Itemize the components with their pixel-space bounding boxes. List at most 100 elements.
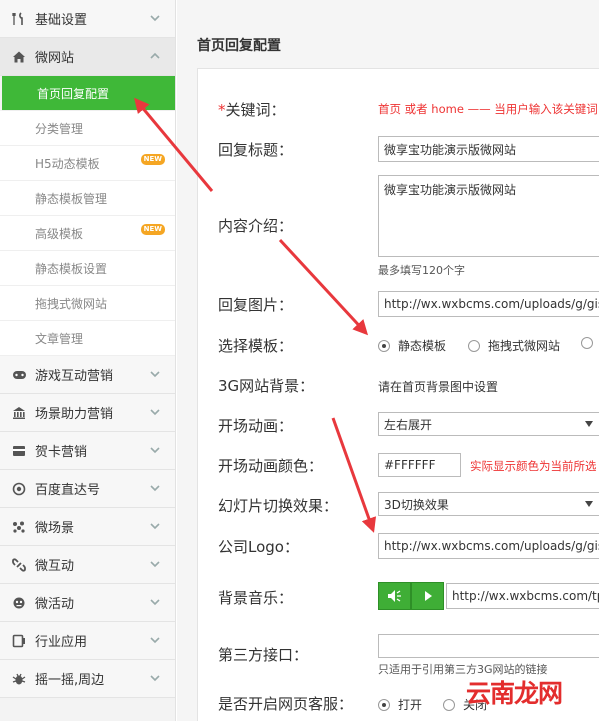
chevron-up-icon [149, 50, 161, 62]
radio-unchecked-icon [468, 339, 480, 352]
chevron-down-icon [149, 634, 161, 646]
sidebar-item-label: 静态模板管理 [35, 191, 108, 206]
chevron-down-icon [149, 672, 161, 684]
cluster-icon [10, 518, 28, 536]
opening-anim-select[interactable]: 左右展开 [378, 412, 599, 436]
sidebar-group-label: 基础设置 [35, 13, 88, 28]
bank-icon [10, 404, 28, 422]
select-value: 3D切换效果 [384, 497, 449, 512]
sidebar-item-label: 拖拽式微网站 [35, 296, 108, 311]
volume-button[interactable] [378, 582, 411, 610]
reply-image-input[interactable]: http://wx.wxbcms.com/uploads/g/gisw [378, 291, 599, 317]
main-content: 首页回复配置 *关键词： 首页 或者 home —— 当用户输入该关键词 回复标… [177, 0, 599, 721]
radio-checked-icon [378, 339, 390, 352]
customer-service-radio-on[interactable]: 打开 [378, 696, 422, 713]
bg-music-input[interactable]: http://wx.wxbcms.com/tpl [446, 583, 599, 609]
sidebar-item-h5-template[interactable]: H5动态模板 NEW [0, 146, 175, 181]
chevron-down-icon [149, 406, 161, 418]
radio-unchecked-icon [581, 337, 593, 349]
keyword-hint: 首页 或者 home —— 当用户输入该关键词 [378, 102, 598, 116]
keyword-label-text: 关键词： [225, 101, 286, 119]
sidebar-group-scene-boost[interactable]: 场景助力营销 [0, 394, 175, 432]
opening-color-label: 开场动画颜色： [218, 457, 324, 475]
volume-icon [387, 590, 401, 602]
chevron-down-icon [149, 482, 161, 494]
sidebar-item-category[interactable]: 分类管理 [0, 111, 175, 146]
template-radio-drag[interactable]: 拖拽式微网站 [468, 337, 560, 354]
customer-service-label: 是否开启网页客服： [218, 695, 354, 713]
radio-label: 静态模板 [398, 339, 447, 353]
mascot-icon [10, 594, 28, 612]
content-intro-hint: 最多填写120个字 [378, 264, 465, 277]
sidebar-group-label: 微场景 [35, 521, 75, 536]
sidebar-group-label: 游戏互动营销 [35, 369, 114, 384]
sidebar-group-greeting-card[interactable]: 贺卡营销 [0, 432, 175, 470]
sidebar-group-basic-settings[interactable]: 基础设置 [0, 0, 175, 38]
bg-3g-text: 请在首页背景图中设置 [378, 380, 499, 394]
chevron-down-icon [149, 444, 161, 456]
link-icon [10, 556, 28, 574]
sidebar-item-articles[interactable]: 文章管理 [0, 321, 175, 356]
chevron-down-icon [149, 596, 161, 608]
sidebar-group-label: 微活动 [35, 597, 75, 612]
radio-label: 拖拽式微网站 [488, 339, 561, 353]
sidebar-group-micro-activity[interactable]: 微活动 [0, 584, 175, 622]
opening-anim-label: 开场动画： [218, 417, 294, 435]
sidebar-group-label: 百度直达号 [35, 483, 101, 498]
new-badge: NEW [140, 154, 165, 165]
template-radio-static[interactable]: 静态模板 [378, 337, 446, 354]
sidebar-group-label: 场景助力营销 [35, 407, 114, 422]
sidebar-group-micro-interact[interactable]: 微互动 [0, 546, 175, 584]
sidebar: 基础设置 微网站 首页回复配置 分类管理 H5动态模板 NEW 静态模板管理 高级… [0, 0, 176, 721]
dropdown-arrow-icon [585, 421, 593, 427]
keyword-label: *关键词： [218, 99, 286, 120]
third-party-input[interactable] [378, 634, 599, 658]
content-intro-label: 内容介绍： [218, 217, 294, 235]
sidebar-group-baidu-direct[interactable]: 百度直达号 [0, 470, 175, 508]
bg-music-label: 背景音乐： [218, 589, 294, 607]
template-radio-more[interactable] [581, 337, 599, 349]
sidebar-item-static-template-manage[interactable]: 静态模板管理 [0, 181, 175, 216]
sidebar-item-home-reply-config[interactable]: 首页回复配置 [2, 76, 175, 111]
sidebar-group-game-marketing[interactable]: 游戏互动营销 [0, 356, 175, 394]
bug-icon [10, 670, 28, 688]
chevron-down-icon [149, 12, 161, 24]
tools-icon [10, 10, 28, 28]
radio-checked-icon [378, 698, 390, 711]
chevron-down-icon [149, 558, 161, 570]
sidebar-group-micro-scene[interactable]: 微场景 [0, 508, 175, 546]
watermark: 云南龙网 [466, 679, 563, 708]
play-button[interactable] [411, 582, 444, 610]
chevron-down-icon [149, 520, 161, 532]
reply-title-input[interactable]: 微享宝功能演示版微网站 [378, 136, 599, 162]
form-panel: *关键词： 首页 或者 home —— 当用户输入该关键词 回复标题： 微享宝功… [197, 68, 599, 721]
app-icon [10, 632, 28, 650]
slide-effect-select[interactable]: 3D切换效果 [378, 492, 599, 516]
sidebar-item-drag-site[interactable]: 拖拽式微网站 [0, 286, 175, 321]
radio-label: 打开 [398, 698, 423, 712]
sidebar-item-label: 高级模板 [35, 226, 84, 241]
gamepad-icon [10, 366, 28, 384]
sidebar-item-label: 分类管理 [35, 121, 84, 136]
opening-color-input[interactable]: #FFFFFF [378, 453, 461, 477]
slide-effect-label: 幻灯片切换效果： [218, 497, 339, 515]
sidebar-group-label: 微互动 [35, 559, 75, 574]
sidebar-group-label: 行业应用 [35, 635, 88, 650]
sidebar-item-static-template-settings[interactable]: 静态模板设置 [0, 251, 175, 286]
sidebar-group-industry-apps[interactable]: 行业应用 [0, 622, 175, 660]
sidebar-item-advanced-template[interactable]: 高级模板 NEW [0, 216, 175, 251]
company-logo-input[interactable]: http://wx.wxbcms.com/uploads/g/gisw [378, 533, 599, 559]
target-icon [10, 480, 28, 498]
content-intro-textarea[interactable]: 微享宝功能演示版微网站 [378, 175, 599, 257]
sidebar-group-shake-nearby[interactable]: 摇一摇,周边 [0, 660, 175, 698]
opening-color-hint: 实际显示颜色为当前所选 [470, 459, 597, 473]
sidebar-group-label: 摇一摇,周边 [35, 673, 105, 688]
reply-title-label: 回复标题： [218, 141, 294, 159]
third-party-label: 第三方接口： [218, 646, 309, 664]
sidebar-group-micro-site[interactable]: 微网站 [0, 38, 175, 76]
play-icon [424, 591, 432, 601]
card-icon [10, 442, 28, 460]
new-badge: NEW [140, 224, 165, 235]
music-controls [378, 582, 444, 610]
sidebar-item-label: H5动态模板 [35, 156, 100, 171]
